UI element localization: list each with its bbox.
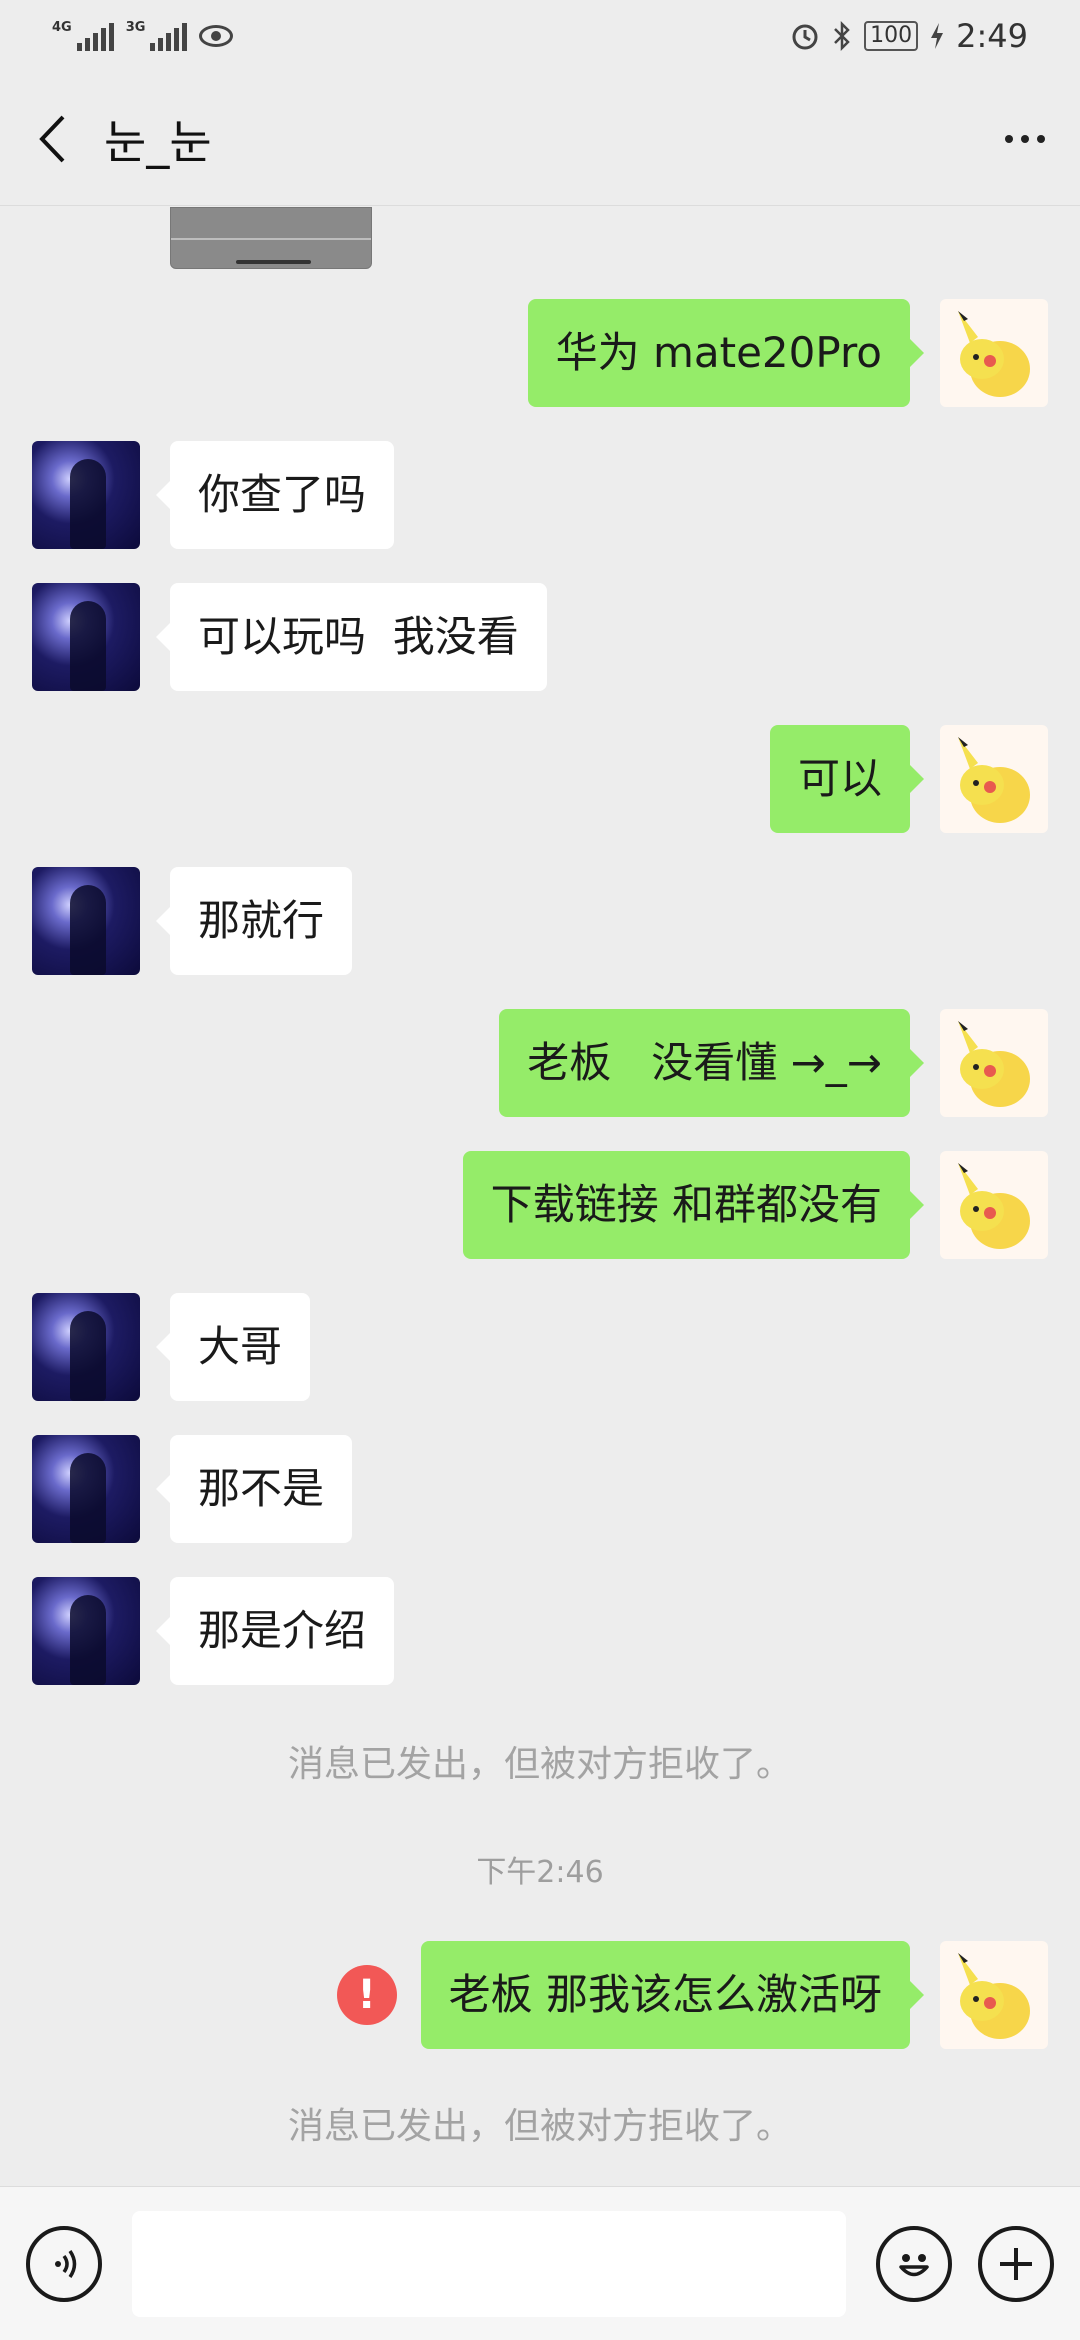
message-bubble[interactable]: 那就行: [155, 867, 353, 975]
message-bubble[interactable]: 下载链接 和群都没有: [462, 1151, 925, 1259]
message-row-outgoing-failed: ! 老板 那我该怎么激活呀: [0, 1941, 1080, 2049]
emoji-button[interactable]: [876, 2225, 952, 2302]
more-functions-button[interactable]: [978, 2225, 1054, 2302]
message-row-incoming: 可以玩吗 我没看: [0, 583, 1080, 691]
message-bubble[interactable]: 可以玩吗 我没看: [156, 583, 547, 691]
pikachu-avatar-icon: [958, 1953, 1030, 2039]
avatar-peer[interactable]: [32, 1435, 140, 1543]
avatar-peer[interactable]: [32, 441, 140, 549]
signal-4g-icon: 4G: [52, 21, 114, 51]
back-button[interactable]: [0, 72, 104, 206]
bluetooth-icon: [834, 20, 850, 52]
chat-input-bar: [0, 2186, 1080, 2340]
message-row-outgoing: 下载链接 和群都没有: [0, 1151, 1080, 1259]
network-type-2: 3G: [125, 20, 146, 35]
message-timestamp: 下午2:46: [476, 1855, 604, 1890]
message-input[interactable]: [132, 2210, 846, 2317]
system-notice-rejected: 消息已发出，但被对方拒收了。: [287, 1744, 792, 1785]
message-bubble[interactable]: 大哥: [155, 1293, 311, 1401]
message-bubble[interactable]: 你查了吗: [155, 441, 395, 549]
message-row-outgoing: 华为 mate20Pro: [0, 299, 1080, 407]
message-bubble[interactable]: 老板 没看懂 →_→: [499, 1009, 924, 1117]
error-icon[interactable]: !: [336, 1965, 397, 2025]
pikachu-avatar-icon: [958, 311, 1030, 397]
emoji-icon: [899, 2253, 929, 2276]
avatar-peer[interactable]: [32, 867, 140, 975]
chevron-left-icon: [39, 115, 65, 162]
message-row-outgoing: 可以: [0, 725, 1080, 833]
avatar-peer[interactable]: [32, 1293, 140, 1401]
status-right: 100 2:49: [790, 17, 1028, 55]
signal-3g-icon: 3G: [126, 21, 188, 51]
chat-header: 눈_눈: [0, 72, 1080, 206]
message-bubble[interactable]: 可以: [769, 725, 925, 833]
message-row-incoming: 那不是: [0, 1435, 1080, 1543]
avatar-peer[interactable]: [32, 1577, 140, 1685]
pikachu-avatar-icon: [958, 1163, 1030, 1249]
message-row-incoming: 那是介绍: [0, 1577, 1080, 1685]
pikachu-avatar-icon: [958, 737, 1030, 823]
voice-icon: [55, 2249, 77, 2278]
message-row-incoming: 大哥: [0, 1293, 1080, 1401]
avatar-peer[interactable]: [32, 583, 140, 691]
system-notice-rejected: 消息已发出，但被对方拒收了。: [287, 2106, 792, 2147]
message-bubble[interactable]: 老板 那我该怎么激活呀: [420, 1941, 925, 2049]
message-list[interactable]: 华为 mate20Pro 你查了吗 可以玩吗 我没看 可以 那就行 老板 没看懂…: [0, 207, 1080, 2187]
clock: 2:49: [956, 17, 1028, 55]
image-message-thumbnail[interactable]: [170, 207, 372, 269]
voice-button[interactable]: [26, 2225, 102, 2302]
message-row-outgoing: 老板 没看懂 →_→: [0, 1009, 1080, 1117]
avatar-self[interactable]: [940, 1941, 1048, 2049]
more-dots-icon: [1005, 134, 1013, 143]
alarm-icon: [792, 24, 818, 50]
pikachu-avatar-icon: [958, 1021, 1030, 1107]
status-bar: 4G 3G 100 2:49: [0, 0, 1080, 72]
more-button[interactable]: [970, 72, 1080, 206]
message-row-incoming: 你查了吗: [0, 441, 1080, 549]
message-bubble[interactable]: 华为 mate20Pro: [527, 299, 925, 407]
message-bubble[interactable]: 那不是: [155, 1435, 353, 1543]
battery-indicator: 100: [864, 21, 919, 51]
message-row-incoming: 那就行: [0, 867, 1080, 975]
network-type-1: 4G: [52, 20, 72, 35]
message-bubble[interactable]: 那是介绍: [155, 1577, 395, 1685]
charging-icon: [931, 23, 944, 49]
eye-comfort-icon: [199, 25, 234, 47]
status-left: 4G 3G: [52, 21, 234, 51]
avatar-self[interactable]: [940, 725, 1048, 833]
avatar-self[interactable]: [940, 299, 1048, 407]
plus-icon: [1000, 2247, 1032, 2280]
avatar-self[interactable]: [940, 1151, 1048, 1259]
chat-title: 눈_눈: [104, 114, 212, 169]
avatar-self[interactable]: [940, 1009, 1048, 1117]
